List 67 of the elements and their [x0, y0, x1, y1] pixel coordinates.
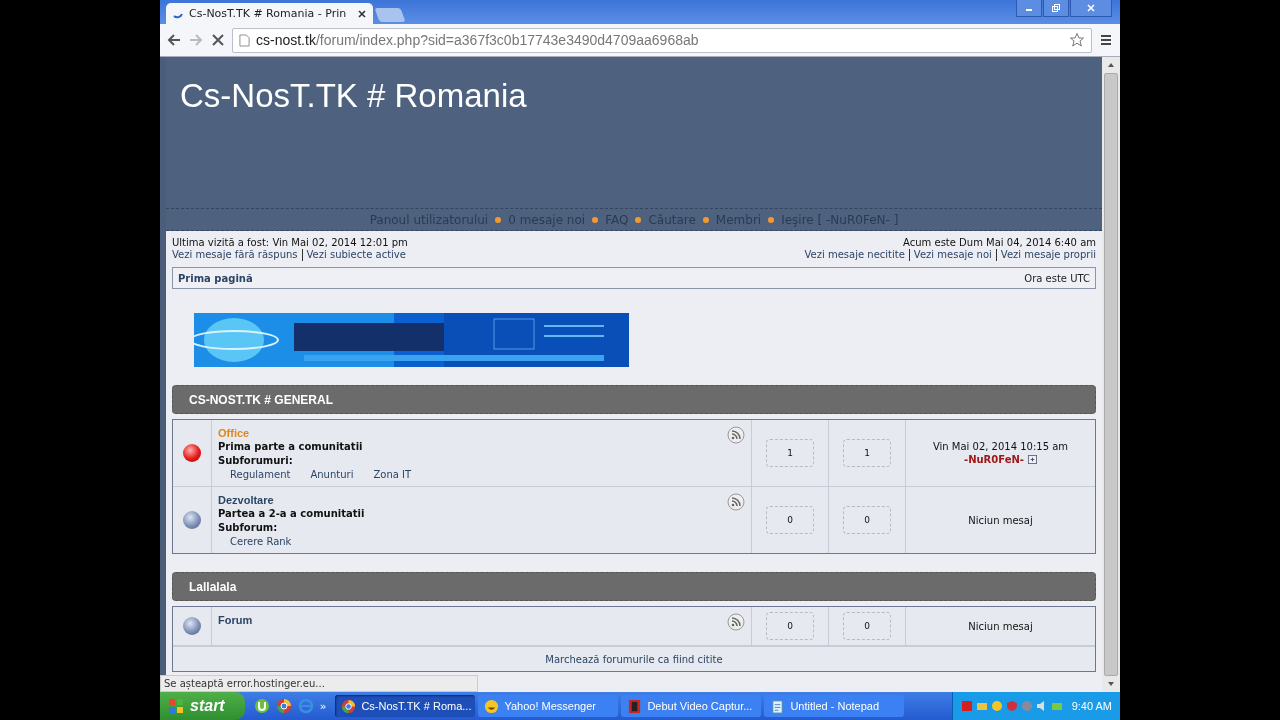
taskbar-button[interactable]: Cs-NosT.TK # Roma...	[335, 695, 476, 717]
taskbar-button[interactable]: Debut Video Captur...	[621, 695, 762, 717]
close-icon[interactable]	[357, 8, 368, 19]
current-time-text: Acum este Dum Mai 04, 2014 6:40 am	[903, 237, 1096, 249]
taskbar-button[interactable]: Untitled - Notepad	[764, 695, 905, 717]
feed-icon[interactable]	[727, 493, 745, 511]
timezone-text: Ora este UTC	[1024, 272, 1090, 284]
forum-link[interactable]: Forum	[218, 613, 253, 627]
subforum-link[interactable]: Zona IT	[373, 468, 412, 482]
quick-link[interactable]: Vezi mesaje fără răspuns	[172, 249, 298, 261]
no-posts-text: Niciun mesaj	[968, 513, 1033, 527]
taskbar-button[interactable]: Yahoo! Messenger	[478, 695, 619, 717]
forum-link[interactable]: Dezvoltare	[218, 493, 274, 507]
author-link[interactable]: -NuR0FeN-	[964, 453, 1024, 466]
last-post-date: Vin Mai 02, 2014 10:15 am	[932, 440, 1069, 453]
forum-description: Partea a 2-a a comunitatii	[218, 507, 365, 521]
topic-count: 0	[766, 612, 814, 640]
home-link[interactable]: Prima pagină	[178, 272, 253, 284]
quick-link[interactable]: Vezi mesaje proprii	[995, 249, 1096, 261]
smiley-icon	[484, 698, 500, 714]
restore-button[interactable]	[1043, 0, 1069, 17]
notepad-icon	[770, 698, 786, 714]
scrollbar[interactable]	[1102, 57, 1120, 692]
film-icon	[627, 698, 643, 714]
quick-link[interactable]: Vezi mesaje necitite	[804, 249, 905, 261]
clock: 9:40 AM	[1071, 700, 1112, 712]
site-title[interactable]: Cs-NosT.TK # Romania	[166, 57, 527, 115]
subforums-label: Subforum:	[218, 521, 278, 535]
browser-tab[interactable]: Cs-NosT.TK # Romania - Prin	[166, 3, 374, 24]
address-bar[interactable]: cs-nost.tk/forum/index.php?sid=a367f3c0b17743e3490d4709aa6968ab	[232, 27, 1092, 53]
status-text: Se așteaptă error.hostinger.eu...	[160, 675, 478, 692]
post-count: 1	[843, 439, 891, 467]
go-to-post-icon[interactable]	[1028, 455, 1037, 464]
post-count: 0	[843, 506, 891, 534]
menu-icon[interactable]	[1098, 32, 1114, 48]
close-button[interactable]	[1070, 0, 1112, 17]
close-icon	[1086, 3, 1096, 13]
quick-link[interactable]: Vezi mesaje noi	[908, 249, 992, 261]
stop-icon[interactable]	[210, 32, 226, 48]
minimize-button[interactable]	[1016, 0, 1042, 17]
category-title[interactable]: CS-NOST.TK # GENERAL	[189, 392, 333, 407]
windows-logo-icon	[168, 698, 184, 714]
feed-icon[interactable]	[727, 613, 745, 631]
forum-description: Prima parte a comunitatii	[218, 440, 363, 454]
scroll-down-icon[interactable]	[1107, 680, 1115, 688]
post-count: 0	[843, 612, 891, 640]
torrent-icon[interactable]	[253, 698, 270, 714]
category-title[interactable]: Lallalala	[189, 579, 237, 594]
scroll-up-icon[interactable]	[1107, 61, 1115, 69]
subforums-label: Subforumuri:	[218, 454, 293, 468]
page-icon	[239, 33, 250, 47]
quick-link[interactable]: Vezi subiecte active	[301, 249, 406, 261]
more-icons-button[interactable]: »	[319, 699, 327, 713]
topic-count: 1	[766, 439, 814, 467]
restore-icon	[1051, 3, 1061, 13]
subforum-link[interactable]: Cerere Rank	[230, 535, 292, 549]
mark-read-link[interactable]: Marchează forumurile ca fiind citite	[545, 653, 723, 665]
topic-count: 0	[766, 506, 814, 534]
feed-icon[interactable]	[727, 426, 745, 444]
browser-icon	[341, 698, 357, 714]
browser-icon[interactable]	[275, 698, 292, 714]
star-icon[interactable]	[1069, 32, 1085, 48]
back-icon[interactable]	[166, 32, 182, 48]
subforum-link[interactable]: Regulament	[230, 468, 291, 482]
no-posts-text: Niciun mesaj	[968, 619, 1033, 633]
last-visit-text: Ultima vizită a fost: Vin Mai 02, 2014 12:01 pm	[172, 237, 408, 249]
subforum-link[interactable]: Anunturi	[310, 468, 354, 482]
